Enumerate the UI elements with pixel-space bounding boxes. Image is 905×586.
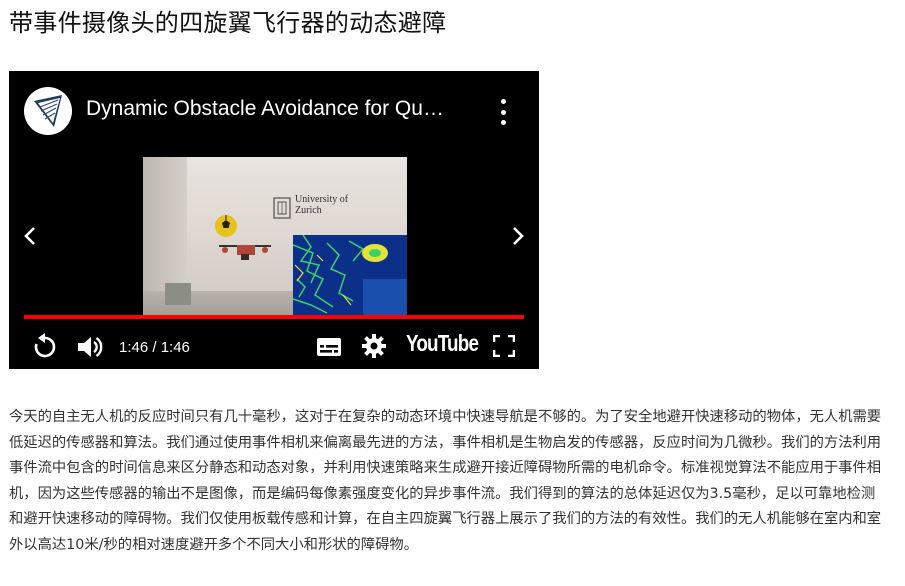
progress-fill	[24, 315, 524, 319]
player-controls: 1:46 / 1:46 YouTube	[9, 327, 539, 369]
captions-icon[interactable]	[316, 335, 342, 359]
replay-icon[interactable]	[31, 333, 59, 361]
time-display: 1:46 / 1:46	[119, 339, 190, 356]
video-player[interactable]: Dynamic Obstacle Avoidance for Qu… Unive…	[9, 71, 539, 369]
university-seal-icon	[273, 197, 291, 219]
event-camera-view	[293, 235, 407, 315]
chevron-left-icon[interactable]	[23, 225, 37, 247]
volume-icon[interactable]	[75, 333, 103, 361]
video-title[interactable]: Dynamic Obstacle Avoidance for Qu…	[86, 97, 476, 121]
channel-logo-icon[interactable]	[24, 87, 72, 135]
article-body: 今天的自主无人机的反应时间只有几十毫秒，这对于在复杂的动态环境中快速导航是不够的…	[9, 409, 882, 553]
frame-box	[165, 283, 191, 305]
progress-bar[interactable]	[24, 315, 524, 319]
more-vertical-icon[interactable]	[497, 99, 509, 125]
video-frame[interactable]: University of Zurich	[143, 157, 407, 315]
frame-sign-text: University of Zurich	[295, 194, 349, 216]
drone-icon	[219, 245, 271, 260]
youtube-logo[interactable]: YouTube	[406, 330, 479, 357]
gear-icon[interactable]	[361, 333, 387, 359]
chevron-right-icon[interactable]	[511, 225, 525, 247]
page-title: 带事件摄像头的四旋翼飞行器的动态避障	[9, 9, 447, 37]
fullscreen-icon[interactable]	[493, 335, 515, 357]
ball-icon	[215, 215, 237, 237]
